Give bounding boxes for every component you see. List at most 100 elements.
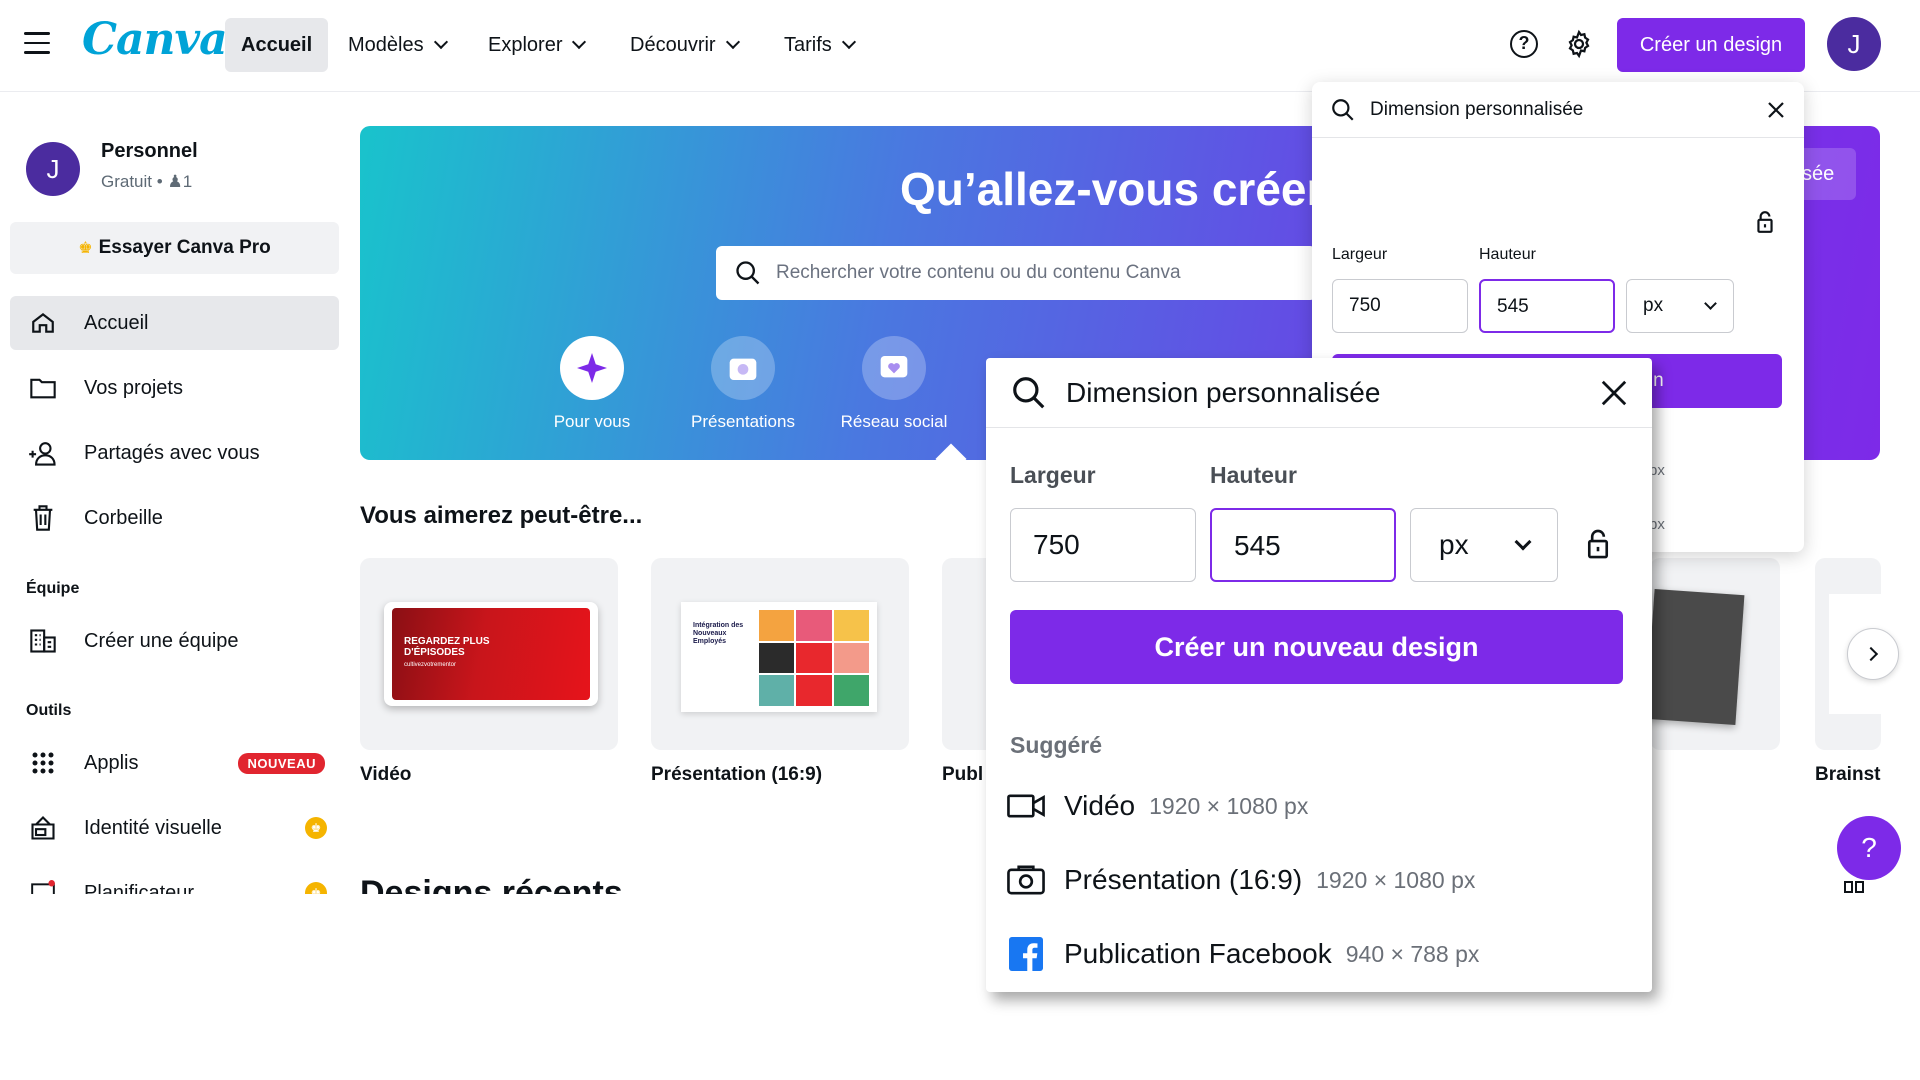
sidebar-item-corbeille[interactable]: Corbeille bbox=[10, 491, 339, 545]
top-bar: Canva Accueil Modèles Explorer Découvrir… bbox=[0, 0, 1920, 92]
template-card-video[interactable]: REGARDEZ PLUS D'ÉPISODES cultivezvotreme… bbox=[360, 558, 618, 750]
template-label-publication[interactable]: Publ bbox=[942, 764, 983, 786]
suggested-item-facebook[interactable]: Publication Facebook 940 × 788 px bbox=[1006, 934, 1479, 974]
team-section-label: Équipe bbox=[26, 580, 80, 597]
sidebar-item-identite-visuelle[interactable]: Identité visuelle ♚ bbox=[10, 801, 339, 855]
help-icon[interactable]: ? bbox=[1510, 30, 1538, 58]
sidebar-item-partages[interactable]: Partagés avec vous bbox=[10, 426, 339, 480]
template-label-presentation[interactable]: Présentation (16:9) bbox=[651, 764, 822, 786]
height-label: Hauteur bbox=[1479, 246, 1536, 263]
category-reseau-social[interactable]: Réseau social bbox=[819, 336, 969, 432]
sidebar-item-projets[interactable]: Vos projets bbox=[10, 361, 339, 415]
search-input[interactable]: Rechercher votre contenu ou du contenu C… bbox=[716, 246, 1316, 300]
search-icon bbox=[1332, 98, 1354, 121]
suggestions-title: Vous aimerez peut-être... bbox=[360, 502, 643, 529]
video-camera-icon bbox=[1006, 786, 1046, 826]
chevron-down-icon bbox=[572, 34, 587, 50]
hero-title: Qu’allez-vous créer bbox=[900, 163, 1325, 215]
nav-modeles[interactable]: Modèles bbox=[332, 18, 462, 72]
custom-size-popover-zoomed: Dimension personnalisée Largeur Hauteur … bbox=[986, 358, 1652, 992]
tools-section-label: Outils bbox=[26, 702, 72, 719]
nav-decouvrir[interactable]: Découvrir bbox=[614, 18, 754, 72]
width-input[interactable]: 750 bbox=[1332, 279, 1468, 333]
sidebar-item-planificateur[interactable]: Planificateur ♚ bbox=[10, 866, 339, 894]
unit-select[interactable]: px bbox=[1410, 508, 1558, 582]
lock-icon[interactable] bbox=[1756, 210, 1774, 234]
sidebar: J Personnel Gratuit • ♟1 ♚ Essayer Canva … bbox=[0, 92, 350, 894]
grid-view-icon[interactable] bbox=[1844, 880, 1864, 893]
height-input[interactable]: 545 bbox=[1210, 508, 1396, 582]
team-building-icon bbox=[28, 626, 58, 656]
chevron-right-icon bbox=[1863, 646, 1879, 662]
width-label: Largeur bbox=[1010, 462, 1096, 488]
custom-size-title: Dimension personnalisée bbox=[1370, 98, 1584, 120]
template-card-hidden[interactable] bbox=[1650, 558, 1780, 750]
suggested-item-video[interactable]: Vidéo 1920 × 1080 px bbox=[1006, 786, 1308, 826]
menu-icon[interactable] bbox=[24, 32, 50, 54]
custom-size-header: Dimension personnalisée bbox=[1312, 82, 1804, 138]
selected-category-caret bbox=[935, 443, 967, 460]
shared-users-icon bbox=[28, 438, 58, 468]
search-icon bbox=[1013, 376, 1045, 408]
suggested-label: Suggéré bbox=[1010, 732, 1103, 758]
carousel-next-button[interactable] bbox=[1847, 628, 1899, 680]
template-card-presentation[interactable]: Intégration des Nouveaux Employés bbox=[651, 558, 909, 750]
lock-icon[interactable] bbox=[1586, 528, 1610, 560]
unit-select[interactable]: px bbox=[1626, 279, 1734, 333]
pro-crown-icon: ♚ bbox=[305, 882, 327, 894]
presentation-thumbnail: Intégration des Nouveaux Employés bbox=[681, 602, 877, 712]
canva-logo[interactable]: Canva bbox=[82, 14, 228, 65]
nav-accueil[interactable]: Accueil bbox=[225, 18, 329, 72]
create-new-design-button[interactable]: Créer un nouveau design bbox=[1010, 610, 1623, 684]
crown-icon: ♚ bbox=[78, 240, 93, 257]
recent-designs-title: Designs récents bbox=[360, 874, 623, 894]
try-canva-pro-button[interactable]: ♚ Essayer Canva Pro bbox=[10, 222, 339, 274]
members-icon: ♟ bbox=[167, 172, 183, 191]
chevron-down-icon bbox=[841, 34, 856, 50]
close-icon[interactable] bbox=[1600, 379, 1628, 407]
search-icon bbox=[736, 261, 760, 285]
nav-explorer[interactable]: Explorer bbox=[472, 18, 600, 72]
custom-size-header: Dimension personnalisée bbox=[986, 358, 1652, 428]
template-label-brainstorm[interactable]: Brainst bbox=[1815, 764, 1880, 786]
close-icon[interactable] bbox=[1766, 100, 1786, 120]
social-heart-icon bbox=[862, 336, 926, 400]
sidebar-item-accueil[interactable]: Accueil bbox=[10, 296, 339, 350]
folder-icon bbox=[28, 373, 58, 403]
calendar-icon bbox=[28, 878, 58, 894]
chevron-down-icon bbox=[1704, 296, 1717, 310]
sparkle-icon bbox=[560, 336, 624, 400]
home-icon bbox=[28, 308, 58, 338]
search-placeholder: Rechercher votre contenu ou du contenu C… bbox=[776, 262, 1181, 283]
profile-avatar[interactable]: J bbox=[26, 142, 80, 196]
suggested-item-presentation[interactable]: Présentation (16:9) 1920 × 1080 px bbox=[1006, 860, 1475, 900]
gear-icon[interactable] bbox=[1564, 29, 1594, 59]
profile-name[interactable]: Personnel bbox=[101, 140, 198, 163]
template-label-video[interactable]: Vidéo bbox=[360, 764, 411, 786]
profile-plan: Gratuit • ♟1 bbox=[101, 172, 193, 191]
help-fab-button[interactable]: ? bbox=[1837, 816, 1901, 880]
category-presentations[interactable]: Présentations bbox=[668, 336, 818, 432]
width-input[interactable]: 750 bbox=[1010, 508, 1196, 582]
chevron-down-icon bbox=[433, 34, 448, 50]
nav-tarifs[interactable]: Tarifs bbox=[768, 18, 870, 72]
sidebar-item-applis[interactable]: Applis NOUVEAU bbox=[10, 736, 339, 790]
presentation-icon bbox=[1006, 860, 1046, 900]
video-thumbnail: REGARDEZ PLUS D'ÉPISODES cultivezvotreme… bbox=[384, 602, 598, 706]
chevron-down-icon bbox=[725, 34, 740, 50]
presentation-icon bbox=[711, 336, 775, 400]
avatar[interactable]: J bbox=[1827, 17, 1881, 71]
new-badge: NOUVEAU bbox=[238, 752, 325, 774]
width-label: Largeur bbox=[1332, 246, 1388, 263]
create-design-button[interactable]: Créer un design bbox=[1617, 18, 1805, 72]
trash-icon bbox=[28, 503, 58, 533]
apps-grid-icon bbox=[28, 748, 58, 778]
custom-size-title: Dimension personnalisée bbox=[1066, 376, 1381, 408]
category-pour-vous[interactable]: Pour vous bbox=[517, 336, 667, 432]
facebook-icon bbox=[1006, 934, 1046, 974]
pro-crown-icon: ♚ bbox=[305, 817, 327, 839]
sidebar-item-creer-equipe[interactable]: Créer une équipe bbox=[10, 614, 339, 668]
height-input[interactable]: 545 bbox=[1479, 279, 1615, 333]
chevron-down-icon bbox=[1514, 533, 1532, 551]
height-label: Hauteur bbox=[1210, 462, 1297, 488]
